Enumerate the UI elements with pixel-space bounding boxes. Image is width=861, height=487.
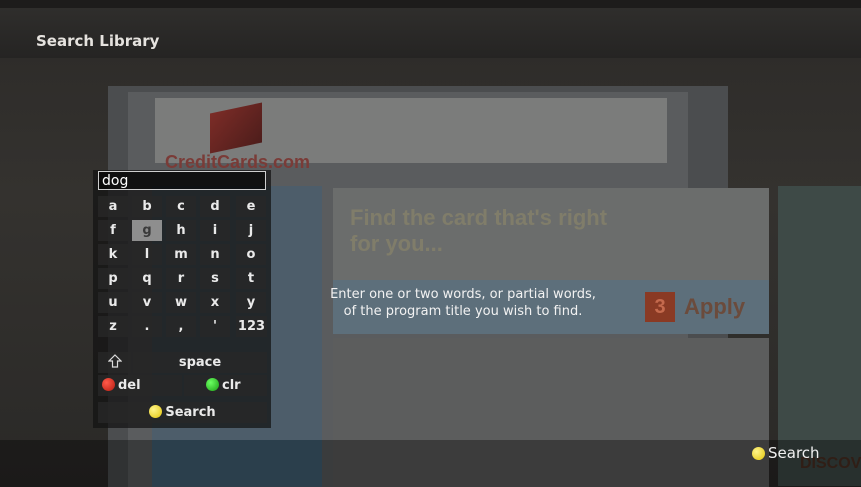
- clear-key[interactable]: clr: [184, 375, 267, 396]
- delete-key[interactable]: del: [98, 375, 182, 396]
- shift-arrow-icon: [107, 352, 122, 373]
- key-y[interactable]: y: [236, 292, 266, 313]
- red-button-icon: [102, 378, 115, 391]
- key-h[interactable]: h: [166, 220, 196, 241]
- key-x[interactable]: x: [200, 292, 230, 313]
- search-key[interactable]: Search: [98, 402, 267, 423]
- yellow-button-icon: [149, 405, 163, 418]
- key-j[interactable]: j: [236, 220, 266, 241]
- background-apply-step: 3: [645, 292, 675, 322]
- bottom-bar: [0, 440, 861, 487]
- key-period[interactable]: .: [132, 316, 162, 337]
- key-f[interactable]: f: [98, 220, 128, 241]
- key-a[interactable]: a: [98, 196, 128, 217]
- key-g[interactable]: g: [132, 220, 162, 241]
- instruction-line-1: Enter one or two words, or partial words…: [330, 287, 596, 302]
- key-t[interactable]: t: [236, 268, 266, 289]
- green-button-icon: [206, 378, 219, 391]
- key-k[interactable]: k: [98, 244, 128, 265]
- key-v[interactable]: v: [132, 292, 162, 313]
- instruction-line-2: of the program title you wish to find.: [343, 304, 583, 319]
- footer-search-hint[interactable]: Search: [752, 444, 820, 462]
- key-b[interactable]: b: [132, 196, 162, 217]
- key-s[interactable]: s: [200, 268, 230, 289]
- key-z[interactable]: z: [98, 316, 128, 337]
- key-o[interactable]: o: [236, 244, 266, 265]
- key-i[interactable]: i: [200, 220, 230, 241]
- key-w[interactable]: w: [166, 292, 196, 313]
- background-hero-text: Find the card that's right for you...: [350, 205, 608, 256]
- yellow-button-icon: [752, 447, 765, 460]
- key-apostrophe[interactable]: ': [200, 316, 230, 337]
- key-123[interactable]: 123: [236, 316, 267, 337]
- shift-key[interactable]: [98, 352, 131, 373]
- key-u[interactable]: u: [98, 292, 128, 313]
- delete-key-label: del: [118, 378, 141, 393]
- search-input[interactable]: dog: [98, 171, 266, 190]
- space-key[interactable]: space: [133, 352, 267, 373]
- key-comma[interactable]: ,: [166, 316, 196, 337]
- key-n[interactable]: n: [200, 244, 230, 265]
- footer-search-label: Search: [768, 444, 820, 462]
- background-apply-text: Apply: [684, 294, 746, 319]
- key-c[interactable]: c: [166, 196, 196, 217]
- clear-key-label: clr: [222, 378, 241, 393]
- instruction-text: Enter one or two words, or partial words…: [298, 286, 628, 320]
- search-key-label: Search: [165, 405, 216, 420]
- key-r[interactable]: r: [166, 268, 196, 289]
- key-e[interactable]: e: [236, 196, 266, 217]
- key-l[interactable]: l: [132, 244, 162, 265]
- key-p[interactable]: p: [98, 268, 128, 289]
- key-m[interactable]: m: [166, 244, 196, 265]
- page-title: Search Library: [36, 32, 160, 50]
- key-d[interactable]: d: [200, 196, 230, 217]
- key-q[interactable]: q: [132, 268, 162, 289]
